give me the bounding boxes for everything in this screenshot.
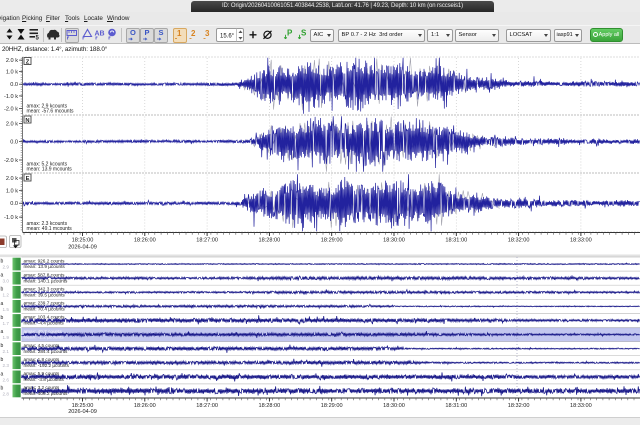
svg-text:1: 1 <box>177 29 182 38</box>
svg-text:O: O <box>130 28 136 37</box>
svg-text:P: P <box>145 28 150 37</box>
svg-text:S: S <box>159 28 164 37</box>
svg-text:2: 2 <box>191 29 196 38</box>
svg-text:P: P <box>287 29 293 38</box>
svg-text:3: 3 <box>205 29 210 38</box>
svg-text:15.6°: 15.6° <box>220 34 235 40</box>
svg-text:S: S <box>301 29 307 38</box>
